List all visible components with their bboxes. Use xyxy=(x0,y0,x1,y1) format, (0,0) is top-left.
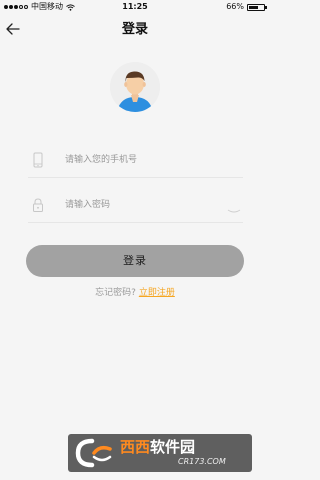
watermark-brand-part2: 软件园 xyxy=(150,438,196,456)
register-link[interactable]: 立即注册 xyxy=(139,288,175,298)
status-bar: 中国移动 11:25 66% xyxy=(0,0,270,14)
footer-links: 忘记密码? 立即注册 xyxy=(0,286,270,300)
watermark-banner: 西西软件园 CR173.COM xyxy=(68,434,252,472)
watermark-brand: 西西软件园 xyxy=(120,437,195,457)
phone-icon xyxy=(33,152,43,168)
user-avatar-icon xyxy=(110,62,160,112)
status-right: 66% xyxy=(226,0,267,14)
eye-closed-icon xyxy=(227,209,241,213)
watermark-site: CR173.COM xyxy=(178,457,226,466)
password-field xyxy=(28,188,243,223)
password-visibility-toggle[interactable] xyxy=(227,201,241,213)
login-button[interactable]: 登录 xyxy=(26,245,244,277)
phone-input[interactable] xyxy=(65,151,235,169)
navigation-bar: 登录 xyxy=(0,14,270,46)
page-title: 登录 xyxy=(121,22,148,37)
forgot-password-link[interactable]: 忘记密码? xyxy=(95,288,136,298)
phone-field xyxy=(28,143,243,178)
battery-icon xyxy=(247,3,267,11)
battery-percent: 66% xyxy=(226,2,244,11)
lock-icon xyxy=(33,198,43,212)
avatar xyxy=(110,62,160,112)
password-input[interactable] xyxy=(65,196,235,214)
watermark-logo-icon xyxy=(75,438,112,468)
watermark-brand-part1: 西西 xyxy=(120,438,151,456)
battery-level xyxy=(249,5,259,9)
